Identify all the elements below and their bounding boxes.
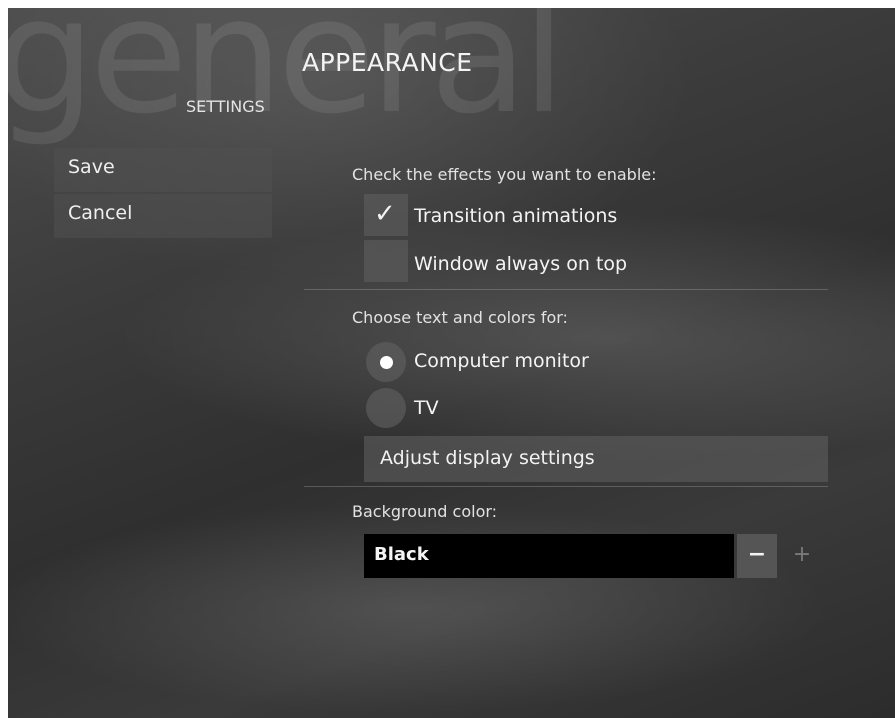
decrement-button[interactable]: − [737,534,777,578]
window-always-on-top-checkbox[interactable] [364,240,408,282]
window-always-on-top-label[interactable]: Window always on top [414,253,627,275]
page-title: APPEARANCE [302,48,473,77]
section-divider [304,289,828,290]
save-button[interactable]: Save [54,148,272,192]
transition-animations-label[interactable]: Transition animations [414,205,617,227]
effects-heading: Check the effects you want to enable: [352,165,657,184]
background-color-heading: Background color: [352,502,498,521]
display-heading: Choose text and colors for: [352,308,568,327]
tv-radio[interactable] [366,388,406,428]
checkmark-icon: ✓ [374,199,396,229]
tv-label[interactable]: TV [414,397,439,419]
transition-animations-checkbox[interactable]: ✓ [364,194,408,236]
cancel-button[interactable]: Cancel [54,194,272,238]
watermark-text: general [8,8,566,149]
adjust-display-settings-button[interactable]: Adjust display settings [364,436,828,482]
section-divider [304,486,828,487]
settings-screen: general APPEARANCE SETTINGS Save Cancel … [8,8,895,718]
radio-selected-dot-icon [380,356,393,369]
increment-button[interactable]: + [782,534,822,578]
computer-monitor-label[interactable]: Computer monitor [414,350,589,372]
page-subtitle: SETTINGS [186,97,265,116]
background-color-value: Black [364,534,734,578]
computer-monitor-radio[interactable] [366,342,406,382]
